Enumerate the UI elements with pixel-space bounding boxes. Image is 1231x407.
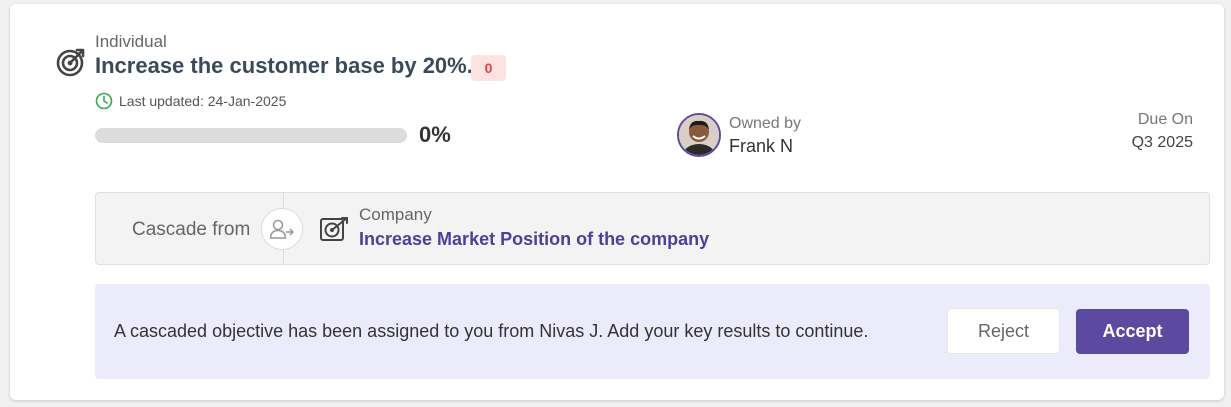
- count-badge[interactable]: 0: [471, 55, 506, 81]
- target-arrow-icon: [56, 48, 85, 77]
- last-updated-text: Last updated: 24-Jan-2025: [119, 93, 287, 109]
- cascade-notice: A cascaded objective has been assigned t…: [95, 284, 1210, 379]
- owner-name: Frank N: [729, 136, 794, 156]
- objective-card: Individual Increase the customer base by…: [10, 4, 1224, 400]
- user-avatar-icon: [679, 115, 719, 155]
- cascade-panel: Cascade from Company Increase Market Pos…: [95, 192, 1210, 265]
- progress-percentage: 0%: [419, 122, 451, 147]
- user-transfer-icon: [269, 219, 295, 239]
- due-on-label: Due On: [1137, 111, 1193, 128]
- notice-message: A cascaded objective has been assigned t…: [114, 321, 869, 341]
- last-updated: Last updated: 24-Jan-2025: [95, 92, 286, 110]
- due-date: Q3 2025: [1131, 134, 1193, 151]
- objective-title[interactable]: Increase the customer base by 20%.: [95, 53, 473, 79]
- cascade-node: [261, 208, 303, 250]
- objective-type: Individual: [95, 32, 167, 51]
- parent-objective-link[interactable]: Increase Market Position of the company: [359, 229, 709, 250]
- cascade-from-label: Cascade from: [132, 219, 251, 240]
- reject-button[interactable]: Reject: [947, 308, 1060, 354]
- parent-objective-type: Company: [359, 205, 432, 224]
- clock-icon: [95, 92, 113, 110]
- accept-button[interactable]: Accept: [1076, 309, 1189, 354]
- progress-bar: [95, 128, 407, 143]
- owned-by-label: Owned by: [729, 115, 802, 132]
- avatar[interactable]: [677, 113, 721, 157]
- target-arrow-icon: [320, 217, 348, 241]
